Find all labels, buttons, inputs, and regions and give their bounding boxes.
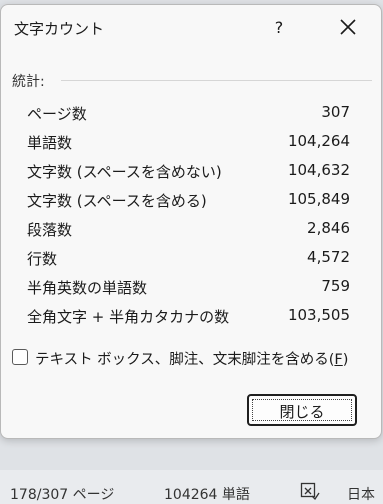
stat-label: 文字数 (スペースを含めない) xyxy=(27,163,222,181)
include-textboxes-checkbox[interactable] xyxy=(12,349,28,365)
stats-header: 統計: xyxy=(12,74,45,90)
dialog-titlebar: 文字カウント ? xyxy=(1,5,381,49)
status-language[interactable]: 日本 xyxy=(347,484,375,504)
close-icon[interactable] xyxy=(334,16,362,40)
stat-value: 307 xyxy=(321,103,350,121)
stat-row-words: 単語数 104,264 xyxy=(1,129,381,155)
stat-label: 半角英数の単語数 xyxy=(27,279,148,297)
status-bar: 178/307 ページ 104264 単語 日本 xyxy=(0,478,383,504)
stat-value: 759 xyxy=(321,277,350,295)
stat-label: 段落数 xyxy=(27,221,73,239)
stat-value: 2,846 xyxy=(307,219,350,237)
word-count-dialog: 文字カウント ? 統計: ページ数 307 単語数 104,264 文字数 (ス… xyxy=(0,4,382,439)
status-page-count[interactable]: 178/307 ページ xyxy=(10,484,114,504)
stats-divider xyxy=(61,80,372,81)
stat-label: ページ数 xyxy=(27,105,87,123)
stat-label: 文字数 (スペースを含める) xyxy=(27,192,207,210)
stat-value: 104,264 xyxy=(287,132,350,150)
stat-label: 単語数 xyxy=(27,134,73,152)
checkbox-accelerator-key: F xyxy=(334,352,343,368)
close-dialog-button-label: 閉じる xyxy=(279,403,325,421)
stat-row-lines: 行数 4,572 xyxy=(1,245,381,271)
stat-row-fullwidth-chars: 全角文字 + 半角カタカナの数 103,505 xyxy=(1,303,381,329)
stat-label: 行数 xyxy=(27,250,58,268)
dialog-title: 文字カウント xyxy=(14,20,105,38)
close-dialog-button[interactable]: 閉じる xyxy=(247,394,357,426)
checkbox-label-close: ) xyxy=(342,352,349,368)
stat-row-chars-no-spaces: 文字数 (スペースを含めない) 104,632 xyxy=(1,158,381,184)
stat-label: 全角文字 + 半角カタカナの数 xyxy=(27,308,230,326)
stat-row-pages: ページ数 307 xyxy=(1,100,381,126)
include-textboxes-option[interactable]: テキスト ボックス、脚注、文末脚注を含める(F) xyxy=(12,348,374,370)
stat-row-paragraphs: 段落数 2,846 xyxy=(1,216,381,242)
stat-value: 105,849 xyxy=(287,190,350,208)
checkbox-label-text: テキスト ボックス、脚注、文末脚注を含める( xyxy=(35,352,335,368)
stat-row-halfwidth-words: 半角英数の単語数 759 xyxy=(1,274,381,300)
stat-value: 103,505 xyxy=(287,306,350,324)
stat-row-chars-with-spaces: 文字数 (スペースを含める) 105,849 xyxy=(1,187,381,213)
help-button[interactable]: ? xyxy=(267,16,291,40)
proofing-icon[interactable] xyxy=(300,482,320,504)
stat-value: 4,572 xyxy=(307,248,350,266)
status-word-count[interactable]: 104264 単語 xyxy=(164,484,250,504)
include-textboxes-label[interactable]: テキスト ボックス、脚注、文末脚注を含める(F) xyxy=(35,348,348,369)
stat-value: 104,632 xyxy=(287,161,350,179)
